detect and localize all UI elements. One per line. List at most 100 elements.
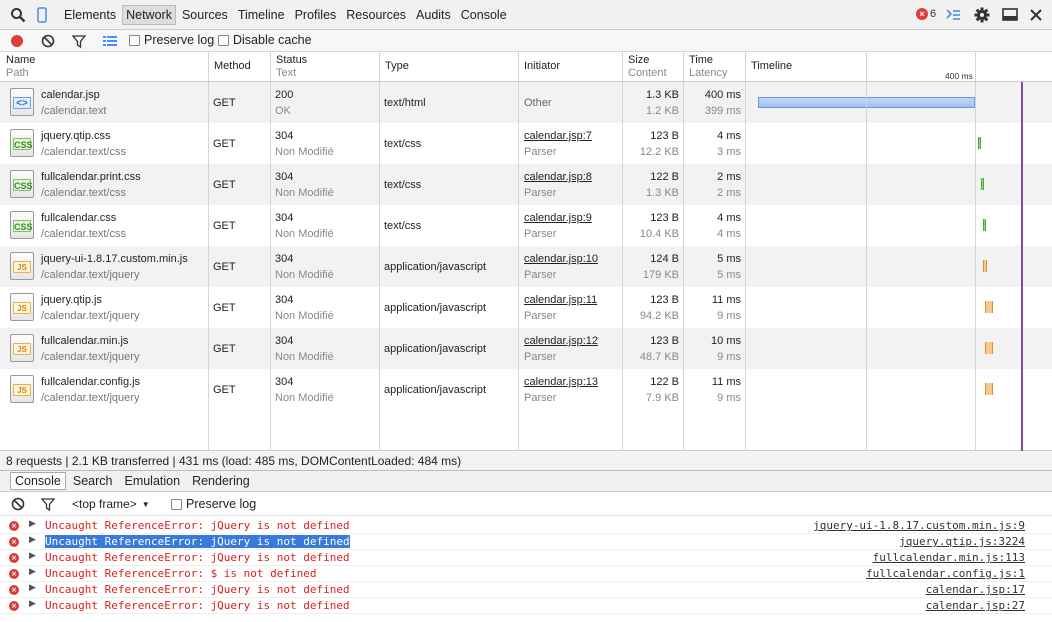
request-initiator[interactable]: calendar.jsp:9 bbox=[524, 212, 592, 224]
column-size[interactable]: Size Content bbox=[622, 52, 683, 82]
close-icon[interactable] bbox=[1028, 7, 1044, 23]
console-message-source-link[interactable]: calendar.jsp:27 bbox=[926, 599, 1025, 612]
console-message[interactable]: × ▶ Uncaught ReferenceError: jQuery is not… bbox=[0, 534, 1052, 550]
request-initiator[interactable]: calendar.jsp:7 bbox=[524, 130, 592, 142]
request-initiator-type: Parser bbox=[524, 269, 557, 281]
request-path: /calendar.text/css bbox=[41, 146, 126, 158]
tab-sources[interactable]: Sources bbox=[178, 5, 232, 25]
expand-triangle-icon[interactable]: ▶ bbox=[29, 551, 36, 561]
table-row[interactable]: JS fullcalendar.min.js/calendar.text/jque… bbox=[0, 328, 1052, 369]
tab-audits[interactable]: Audits bbox=[412, 5, 455, 25]
tab-network[interactable]: Network bbox=[122, 5, 176, 25]
console-message[interactable]: × ▶ Uncaught ReferenceError: $ is not defi… bbox=[0, 566, 1052, 582]
table-row[interactable]: JS fullcalendar.config.js/calendar.text/j… bbox=[0, 369, 1052, 410]
column-name[interactable]: Name Path bbox=[0, 52, 208, 82]
request-content-size: 7.9 KB bbox=[645, 392, 679, 404]
console-message[interactable]: × ▶ Uncaught ReferenceError: jQuery is not… bbox=[0, 582, 1052, 598]
console-filter-icon[interactable] bbox=[40, 496, 56, 512]
disable-cache-checkbox[interactable]: Disable cache bbox=[218, 33, 312, 47]
table-row[interactable]: <> calendar.jsp/calendar.text GET 200 OK text… bbox=[0, 82, 1052, 123]
column-timeline[interactable]: Timeline 400 ms bbox=[745, 52, 1052, 82]
request-path: /calendar.text/jquery bbox=[41, 392, 140, 404]
column-status-label: Status bbox=[276, 54, 308, 66]
table-row[interactable]: CSS jquery.qtip.css/calendar.text/css GET 3… bbox=[0, 123, 1052, 164]
request-name[interactable]: fullcalendar.min.js bbox=[41, 335, 128, 347]
tab-console[interactable]: Console bbox=[457, 5, 511, 25]
drawer-tab-rendering[interactable]: Rendering bbox=[187, 472, 255, 490]
expand-triangle-icon[interactable]: ▶ bbox=[29, 583, 36, 593]
preserve-log-checkbox[interactable]: Preserve log bbox=[129, 33, 214, 47]
column-initiator[interactable]: Initiator bbox=[518, 52, 622, 82]
request-initiator[interactable]: calendar.jsp:12 bbox=[524, 335, 598, 347]
table-row[interactable]: JS jquery-ui-1.8.17.custom.min.js/calenda… bbox=[0, 246, 1052, 287]
dock-side-icon[interactable] bbox=[1002, 7, 1018, 23]
console-preserve-log-checkbox[interactable]: Preserve log bbox=[171, 497, 256, 511]
clear-console-icon[interactable] bbox=[10, 496, 26, 512]
request-content-size: 1.2 KB bbox=[645, 105, 679, 117]
request-status: 304 bbox=[275, 376, 294, 388]
request-initiator[interactable]: calendar.jsp:13 bbox=[524, 376, 598, 388]
request-name[interactable]: calendar.jsp bbox=[41, 89, 100, 101]
error-icon: × bbox=[9, 553, 19, 563]
record-icon[interactable] bbox=[9, 33, 25, 49]
request-name[interactable]: fullcalendar.config.js bbox=[41, 376, 140, 388]
file-icon-label: <> bbox=[13, 97, 31, 109]
error-icon: × bbox=[9, 569, 19, 579]
request-time: 400 ms bbox=[704, 89, 741, 101]
console-message[interactable]: × ▶ Uncaught ReferenceError: jQuery is not… bbox=[0, 598, 1052, 614]
tab-profiles[interactable]: Profiles bbox=[291, 5, 341, 25]
console-message-text: Uncaught ReferenceError: jQuery is not d… bbox=[45, 535, 350, 548]
tab-timeline[interactable]: Timeline bbox=[234, 5, 289, 25]
request-initiator[interactable]: calendar.jsp:11 bbox=[524, 294, 597, 306]
console-message[interactable]: × ▶ Uncaught ReferenceError: jQuery is not… bbox=[0, 518, 1052, 534]
show-drawer-icon[interactable] bbox=[945, 7, 961, 23]
console-message-source-link[interactable]: jquery.qtip.js:3224 bbox=[899, 535, 1025, 548]
console-message-source-link[interactable]: jquery-ui-1.8.17.custom.min.js:9 bbox=[813, 519, 1025, 532]
console-message[interactable]: × ▶ Uncaught ReferenceError: jQuery is not… bbox=[0, 550, 1052, 566]
column-method[interactable]: Method bbox=[208, 52, 270, 82]
table-row[interactable]: JS jquery.qtip.js/calendar.text/jquery GET… bbox=[0, 287, 1052, 328]
preserve-log-box[interactable] bbox=[129, 34, 140, 46]
request-name[interactable]: fullcalendar.css bbox=[41, 212, 116, 224]
drawer-tab-search[interactable]: Search bbox=[68, 472, 118, 490]
request-name[interactable]: jquery-ui-1.8.17.custom.min.js bbox=[41, 253, 188, 265]
drawer-tab-emulation[interactable]: Emulation bbox=[119, 472, 185, 490]
request-name[interactable]: jquery.qtip.js bbox=[41, 294, 102, 306]
column-time-label: Time bbox=[689, 54, 714, 66]
tab-elements[interactable]: Elements bbox=[60, 5, 120, 25]
request-initiator[interactable]: calendar.jsp:8 bbox=[524, 171, 592, 183]
console-message-source-link[interactable]: fullcalendar.config.js:1 bbox=[866, 567, 1025, 580]
expand-triangle-icon[interactable]: ▶ bbox=[29, 535, 36, 545]
error-counter[interactable]: × 6 bbox=[916, 8, 936, 20]
request-initiator-type: Parser bbox=[524, 146, 557, 158]
table-row[interactable]: CSS fullcalendar.print.css/calendar.text/… bbox=[0, 164, 1052, 205]
console-preserve-log-label: Preserve log bbox=[186, 497, 257, 511]
search-icon[interactable] bbox=[10, 7, 26, 23]
request-name[interactable]: fullcalendar.print.css bbox=[41, 171, 141, 183]
table-row[interactable]: CSS fullcalendar.css/calendar.text/css GET… bbox=[0, 205, 1052, 246]
request-content-size: 94.2 KB bbox=[639, 310, 679, 322]
frame-selector[interactable]: <top frame> ▼ bbox=[72, 497, 150, 511]
expand-triangle-icon[interactable]: ▶ bbox=[29, 519, 36, 529]
column-type[interactable]: Type bbox=[379, 52, 518, 82]
tab-resources[interactable]: Resources bbox=[342, 5, 410, 25]
request-name[interactable]: jquery.qtip.css bbox=[41, 130, 111, 142]
device-mode-icon[interactable] bbox=[34, 7, 50, 23]
large-rows-icon[interactable] bbox=[102, 33, 118, 49]
timeline-bar bbox=[985, 383, 993, 395]
settings-gear-icon[interactable] bbox=[974, 7, 990, 23]
filter-icon[interactable] bbox=[71, 33, 87, 49]
clear-icon[interactable] bbox=[40, 33, 56, 49]
expand-triangle-icon[interactable]: ▶ bbox=[29, 567, 36, 577]
console-message-source-link[interactable]: fullcalendar.min.js:113 bbox=[873, 551, 1025, 564]
console-message-source-link[interactable]: calendar.jsp:17 bbox=[926, 583, 1025, 596]
console-preserve-log-box[interactable] bbox=[171, 498, 182, 510]
column-status[interactable]: Status Text bbox=[270, 52, 379, 82]
timeline-gridline bbox=[975, 52, 976, 451]
drawer-tab-console[interactable]: Console bbox=[10, 472, 66, 490]
request-size: 122 B bbox=[650, 171, 679, 183]
column-time[interactable]: Time Latency bbox=[683, 52, 745, 82]
expand-triangle-icon[interactable]: ▶ bbox=[29, 599, 36, 609]
disable-cache-box[interactable] bbox=[218, 34, 229, 46]
request-initiator[interactable]: calendar.jsp:10 bbox=[524, 253, 598, 265]
